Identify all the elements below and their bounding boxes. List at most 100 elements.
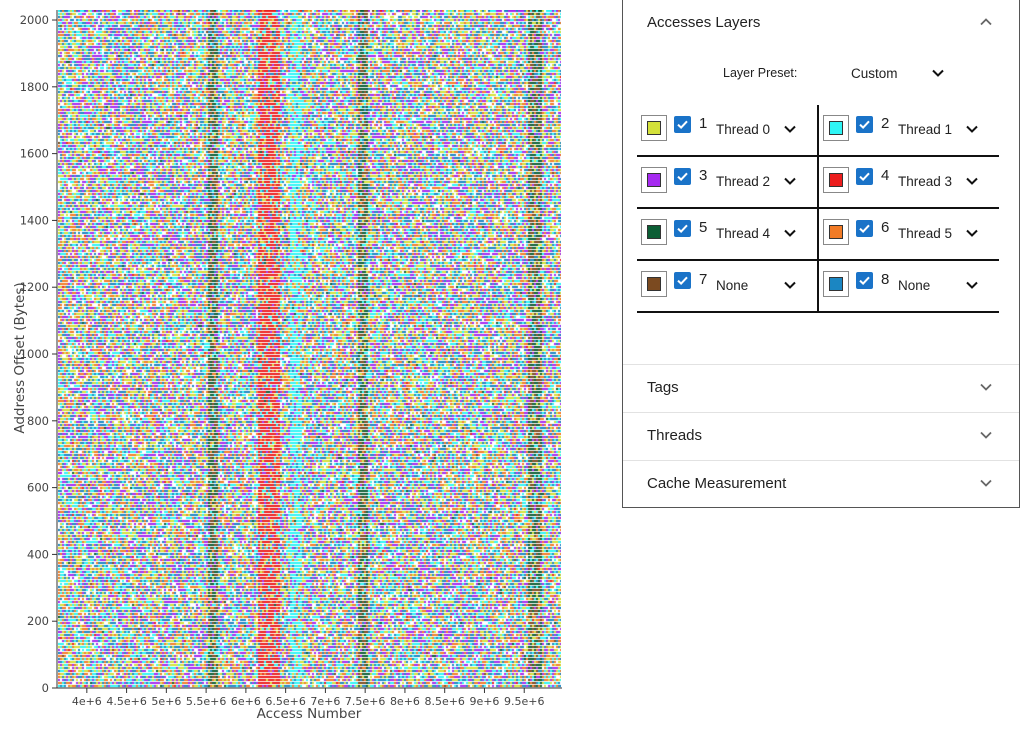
tags-title: Tags [647, 379, 679, 396]
cache-measurement-title: Cache Measurement [647, 475, 787, 492]
layer-number: 4 [881, 167, 890, 184]
threads-header[interactable]: Threads [623, 412, 1019, 459]
layer-number: 3 [699, 167, 708, 184]
color-swatch-button[interactable] [641, 219, 667, 245]
x-tick-label: 4.5e+6 [106, 695, 146, 708]
accesses-layers-header[interactable]: Accesses Layers [623, 0, 1019, 47]
layer-row-7: 7 None [639, 261, 817, 311]
checkmark-icon [859, 120, 870, 130]
color-swatch [647, 121, 661, 135]
y-tick-label: 1600 [20, 147, 49, 161]
layer-thread-select[interactable]: Thread 5 [898, 226, 952, 241]
color-swatch [829, 121, 843, 135]
color-swatch [829, 277, 843, 291]
layer-checkbox[interactable] [674, 220, 691, 237]
layer-thread-select[interactable]: Thread 3 [898, 174, 952, 189]
color-swatch-button[interactable] [641, 115, 667, 141]
x-tick-label: 5.5e+6 [186, 695, 226, 708]
layer-number: 1 [699, 115, 708, 132]
color-swatch-button[interactable] [641, 271, 667, 297]
layer-row-2: 2 Thread 1 [821, 105, 999, 155]
color-swatch [647, 277, 661, 291]
layer-row-8: 8 None [821, 261, 999, 311]
layer-number: 2 [881, 115, 890, 132]
layer-checkbox[interactable] [856, 168, 873, 185]
x-tick-label: 9.5e+6 [504, 695, 544, 708]
access-dots [58, 10, 561, 688]
layer-checkbox[interactable] [674, 116, 691, 133]
y-tick-label: 400 [27, 547, 49, 561]
layer-checkbox[interactable] [856, 116, 873, 133]
y-tick-label: 0 [42, 681, 49, 695]
color-swatch-button[interactable] [823, 167, 849, 193]
checkmark-icon [859, 276, 870, 286]
tags-header[interactable]: Tags [623, 364, 1019, 411]
color-swatch-button[interactable] [823, 219, 849, 245]
y-tick-label: 2000 [20, 13, 49, 27]
chevron-up-icon[interactable] [979, 15, 993, 29]
layer-checkbox[interactable] [856, 220, 873, 237]
access-plot[interactable]: 0200400600800100012001400160018002000 4e… [0, 0, 600, 734]
chevron-down-icon[interactable] [965, 226, 979, 240]
x-tick-label: 8.5e+6 [424, 695, 464, 708]
y-tick-label: 200 [27, 614, 49, 628]
y-tick-label: 1400 [20, 213, 49, 227]
chevron-down-icon[interactable] [783, 174, 797, 188]
layer-preset-label: Layer Preset: [723, 66, 798, 80]
x-tick-label: 5e+6 [151, 695, 181, 708]
chevron-down-icon[interactable] [965, 174, 979, 188]
layer-thread-select[interactable]: None [716, 278, 748, 293]
layer-row-6: 6 Thread 5 [821, 209, 999, 259]
checkmark-icon [677, 172, 688, 182]
y-tick-label: 1800 [20, 80, 49, 94]
layer-checkbox[interactable] [674, 272, 691, 289]
layer-number: 8 [881, 271, 890, 288]
y-tick-label: 600 [27, 481, 49, 495]
x-tick-label: 9e+6 [469, 695, 499, 708]
chevron-down-icon[interactable] [783, 226, 797, 240]
accesses-layers-title: Accesses Layers [647, 14, 761, 31]
layer-checkbox[interactable] [674, 168, 691, 185]
chevron-down-icon[interactable] [783, 278, 797, 292]
x-axis-ticks: 4e+6 4.5e+6 5e+6 5.5e+6 6e+6 6.5e+6 7e+6 7.5e+6… [72, 688, 544, 708]
x-tick-label: 4e+6 [72, 695, 102, 708]
chevron-down-icon[interactable] [979, 476, 993, 490]
color-swatch-button[interactable] [823, 271, 849, 297]
x-tick-label: 8e+6 [390, 695, 420, 708]
layer-thread-select[interactable]: None [898, 278, 930, 293]
color-swatch-button[interactable] [823, 115, 849, 141]
chevron-down-icon[interactable] [965, 122, 979, 136]
y-tick-label: 800 [27, 414, 49, 428]
layer-thread-select[interactable]: Thread 2 [716, 174, 770, 189]
chevron-down-icon[interactable] [979, 428, 993, 442]
y-axis-label: Address Offset (Bytes) [12, 282, 28, 433]
chevron-down-icon[interactable] [979, 380, 993, 394]
chevron-down-icon[interactable] [931, 66, 945, 80]
layer-checkbox[interactable] [856, 272, 873, 289]
layer-row-4: 4 Thread 3 [821, 157, 999, 207]
layer-row-1: 1 Thread 0 [639, 105, 817, 155]
checkmark-icon [859, 172, 870, 182]
chevron-down-icon[interactable] [965, 278, 979, 292]
layer-preset-select[interactable]: Custom [851, 66, 898, 81]
x-axis-label: Access Number [257, 706, 362, 722]
checkmark-icon [677, 276, 688, 286]
chevron-down-icon[interactable] [783, 122, 797, 136]
layer-thread-select[interactable]: Thread 4 [716, 226, 770, 241]
checkmark-icon [677, 224, 688, 234]
color-swatch [829, 225, 843, 239]
checkmark-icon [859, 224, 870, 234]
layer-row-3: 3 Thread 2 [639, 157, 817, 207]
color-swatch [647, 173, 661, 187]
layer-number: 6 [881, 219, 890, 236]
cache-measurement-header[interactable]: Cache Measurement [623, 460, 1019, 507]
layer-number: 5 [699, 219, 708, 236]
layer-thread-select[interactable]: Thread 0 [716, 122, 770, 137]
color-swatch-button[interactable] [641, 167, 667, 193]
layer-thread-select[interactable]: Thread 1 [898, 122, 952, 137]
layer-row-5: 5 Thread 4 [639, 209, 817, 259]
access-dot-texture [58, 10, 561, 688]
threads-title: Threads [647, 427, 703, 444]
layer-grid-line [637, 311, 999, 313]
color-swatch [829, 173, 843, 187]
